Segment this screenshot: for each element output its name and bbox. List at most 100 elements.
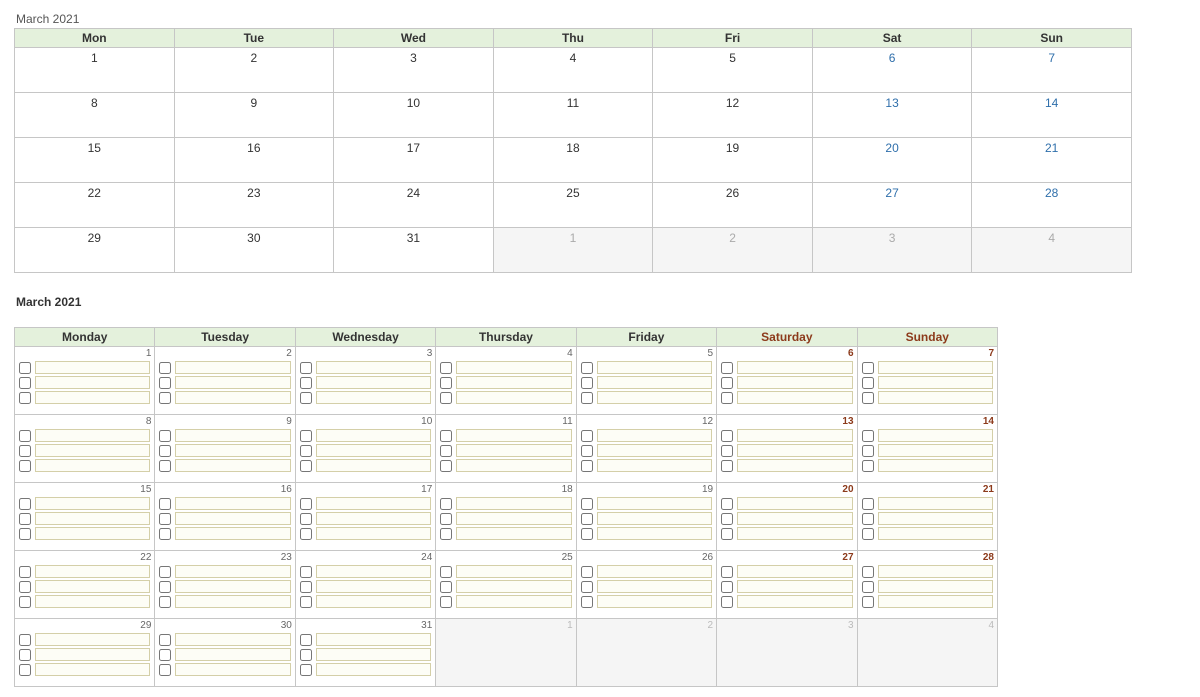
task-field[interactable] [737, 376, 852, 389]
task-field[interactable] [878, 512, 993, 525]
cal1-day[interactable]: 7 [972, 48, 1132, 93]
task-checkbox[interactable] [19, 362, 31, 374]
cal2-day[interactable]: 27 [717, 551, 857, 619]
cal1-day[interactable]: 5 [653, 48, 813, 93]
task-field[interactable] [175, 663, 290, 676]
task-checkbox[interactable] [862, 498, 874, 510]
task-checkbox[interactable] [159, 498, 171, 510]
task-checkbox[interactable] [19, 498, 31, 510]
task-checkbox[interactable] [581, 430, 593, 442]
task-checkbox[interactable] [440, 498, 452, 510]
task-checkbox[interactable] [862, 596, 874, 608]
cal1-day[interactable]: 21 [972, 138, 1132, 183]
task-field[interactable] [456, 497, 571, 510]
cal2-day[interactable]: 3 [717, 619, 857, 687]
task-field[interactable] [175, 361, 290, 374]
task-field[interactable] [597, 391, 712, 404]
task-checkbox[interactable] [440, 377, 452, 389]
task-checkbox[interactable] [440, 528, 452, 540]
task-field[interactable] [878, 444, 993, 457]
task-field[interactable] [737, 527, 852, 540]
task-field[interactable] [175, 459, 290, 472]
task-checkbox[interactable] [440, 445, 452, 457]
cal1-day[interactable]: 3 [812, 228, 972, 273]
cal2-day[interactable]: 21 [857, 483, 997, 551]
task-checkbox[interactable] [440, 566, 452, 578]
task-checkbox[interactable] [440, 596, 452, 608]
cal2-day[interactable]: 11 [436, 415, 576, 483]
task-field[interactable] [737, 459, 852, 472]
task-checkbox[interactable] [862, 362, 874, 374]
task-checkbox[interactable] [721, 392, 733, 404]
task-field[interactable] [35, 497, 150, 510]
task-checkbox[interactable] [440, 430, 452, 442]
task-checkbox[interactable] [721, 377, 733, 389]
cal2-day[interactable]: 9 [155, 415, 295, 483]
cal1-day[interactable]: 20 [812, 138, 972, 183]
cal2-day[interactable]: 2 [155, 347, 295, 415]
task-field[interactable] [316, 565, 431, 578]
cal1-day[interactable]: 25 [493, 183, 653, 228]
task-field[interactable] [316, 376, 431, 389]
cal1-day[interactable]: 4 [972, 228, 1132, 273]
task-checkbox[interactable] [862, 430, 874, 442]
task-checkbox[interactable] [159, 649, 171, 661]
task-field[interactable] [737, 565, 852, 578]
cal2-day[interactable]: 4 [436, 347, 576, 415]
task-checkbox[interactable] [581, 528, 593, 540]
cal2-day[interactable]: 6 [717, 347, 857, 415]
cal2-day[interactable]: 17 [295, 483, 435, 551]
task-field[interactable] [878, 391, 993, 404]
task-checkbox[interactable] [300, 430, 312, 442]
task-checkbox[interactable] [19, 664, 31, 676]
task-field[interactable] [35, 429, 150, 442]
task-field[interactable] [175, 444, 290, 457]
task-checkbox[interactable] [159, 581, 171, 593]
task-field[interactable] [175, 595, 290, 608]
task-checkbox[interactable] [159, 362, 171, 374]
task-field[interactable] [878, 429, 993, 442]
task-field[interactable] [737, 595, 852, 608]
task-field[interactable] [316, 361, 431, 374]
task-field[interactable] [456, 429, 571, 442]
task-checkbox[interactable] [19, 513, 31, 525]
task-field[interactable] [597, 429, 712, 442]
task-field[interactable] [456, 527, 571, 540]
task-field[interactable] [456, 565, 571, 578]
task-field[interactable] [597, 580, 712, 593]
task-checkbox[interactable] [159, 566, 171, 578]
cal2-day[interactable]: 24 [295, 551, 435, 619]
task-field[interactable] [737, 580, 852, 593]
task-field[interactable] [35, 663, 150, 676]
cal2-day[interactable]: 16 [155, 483, 295, 551]
cal1-day[interactable]: 22 [15, 183, 175, 228]
task-field[interactable] [316, 595, 431, 608]
task-checkbox[interactable] [159, 528, 171, 540]
task-checkbox[interactable] [300, 362, 312, 374]
task-checkbox[interactable] [300, 649, 312, 661]
task-checkbox[interactable] [440, 581, 452, 593]
task-field[interactable] [35, 595, 150, 608]
task-checkbox[interactable] [19, 445, 31, 457]
cal2-day[interactable]: 31 [295, 619, 435, 687]
task-checkbox[interactable] [300, 664, 312, 676]
task-checkbox[interactable] [159, 664, 171, 676]
task-field[interactable] [175, 580, 290, 593]
task-checkbox[interactable] [581, 596, 593, 608]
task-checkbox[interactable] [159, 513, 171, 525]
task-checkbox[interactable] [581, 581, 593, 593]
task-field[interactable] [35, 459, 150, 472]
cal1-day[interactable]: 26 [653, 183, 813, 228]
task-checkbox[interactable] [721, 445, 733, 457]
task-checkbox[interactable] [862, 392, 874, 404]
task-checkbox[interactable] [721, 430, 733, 442]
task-checkbox[interactable] [721, 513, 733, 525]
cal1-day[interactable]: 15 [15, 138, 175, 183]
cal2-day[interactable]: 14 [857, 415, 997, 483]
task-field[interactable] [35, 565, 150, 578]
task-field[interactable] [35, 512, 150, 525]
cal2-day[interactable]: 7 [857, 347, 997, 415]
task-field[interactable] [35, 391, 150, 404]
cal1-day[interactable]: 30 [174, 228, 334, 273]
task-checkbox[interactable] [300, 460, 312, 472]
